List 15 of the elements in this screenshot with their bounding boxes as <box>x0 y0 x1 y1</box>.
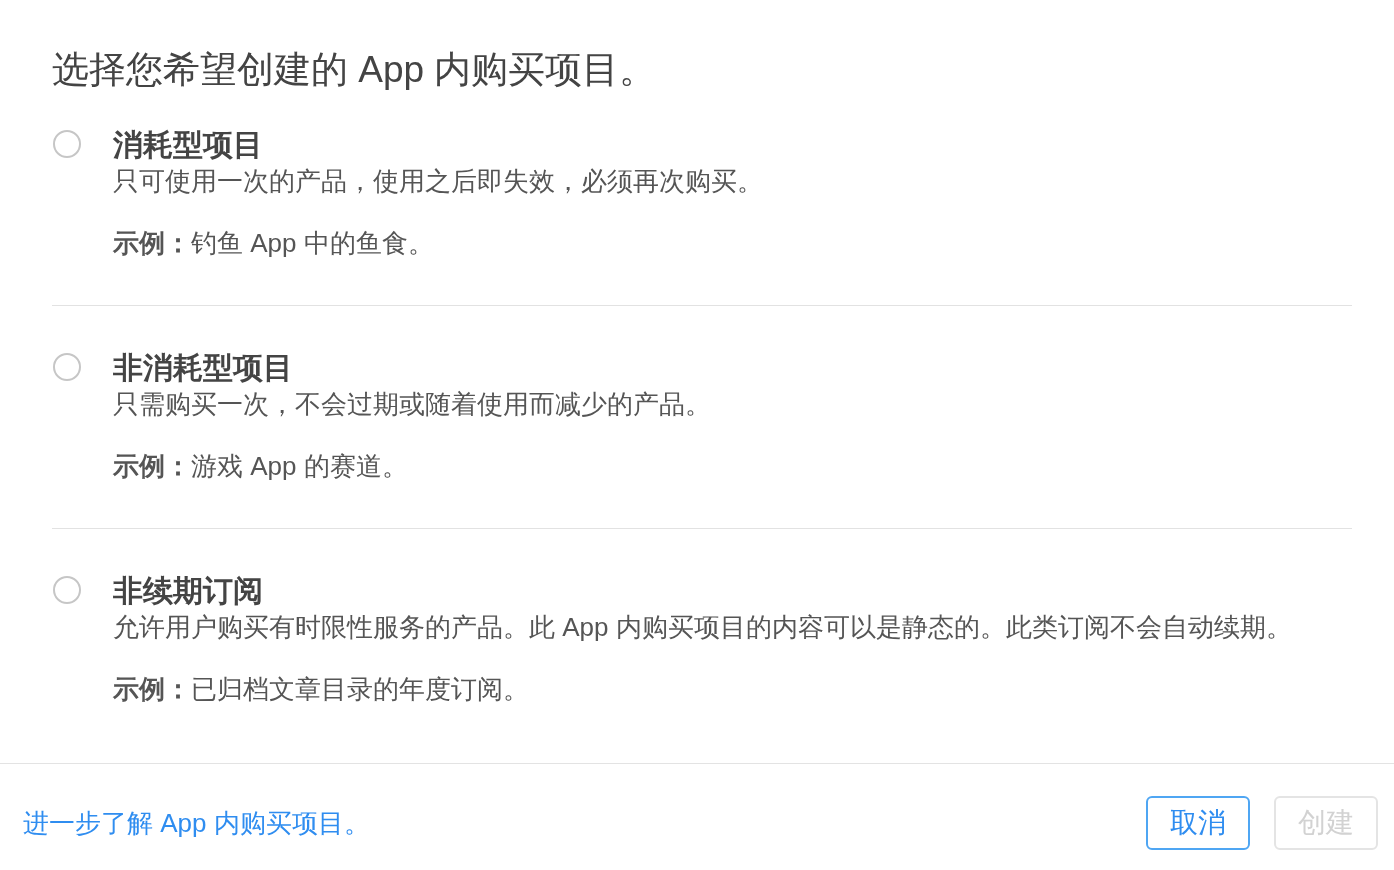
option-description: 只需购买一次，不会过期或随着使用而减少的产品。 <box>113 388 711 421</box>
option-title: 消耗型项目 <box>113 127 263 163</box>
radio-button[interactable] <box>53 576 81 604</box>
option-example: 示例：钓鱼 App 中的鱼食。 <box>113 227 434 260</box>
option-example: 示例：已归档文章目录的年度订阅。 <box>113 673 529 706</box>
option-description: 只可使用一次的产品，使用之后即失效，必须再次购买。 <box>113 165 763 198</box>
option-description: 允许用户购买有时限性服务的产品。此 App 内购买项目的内容可以是静态的。此类订阅不会自动续期。 <box>113 611 1292 644</box>
cancel-button[interactable]: 取消 <box>1146 796 1250 850</box>
radio-button[interactable] <box>53 130 81 158</box>
option-title: 非消耗型项目 <box>113 350 293 386</box>
learn-more-link[interactable]: 进一步了解 App 内购买项目。 <box>23 805 370 841</box>
radio-button[interactable] <box>53 353 81 381</box>
dialog-heading: 选择您希望创建的 App 内购买项目。 <box>52 48 657 92</box>
option-example: 示例：游戏 App 的赛道。 <box>113 450 408 483</box>
option-title: 非续期订阅 <box>113 573 263 609</box>
